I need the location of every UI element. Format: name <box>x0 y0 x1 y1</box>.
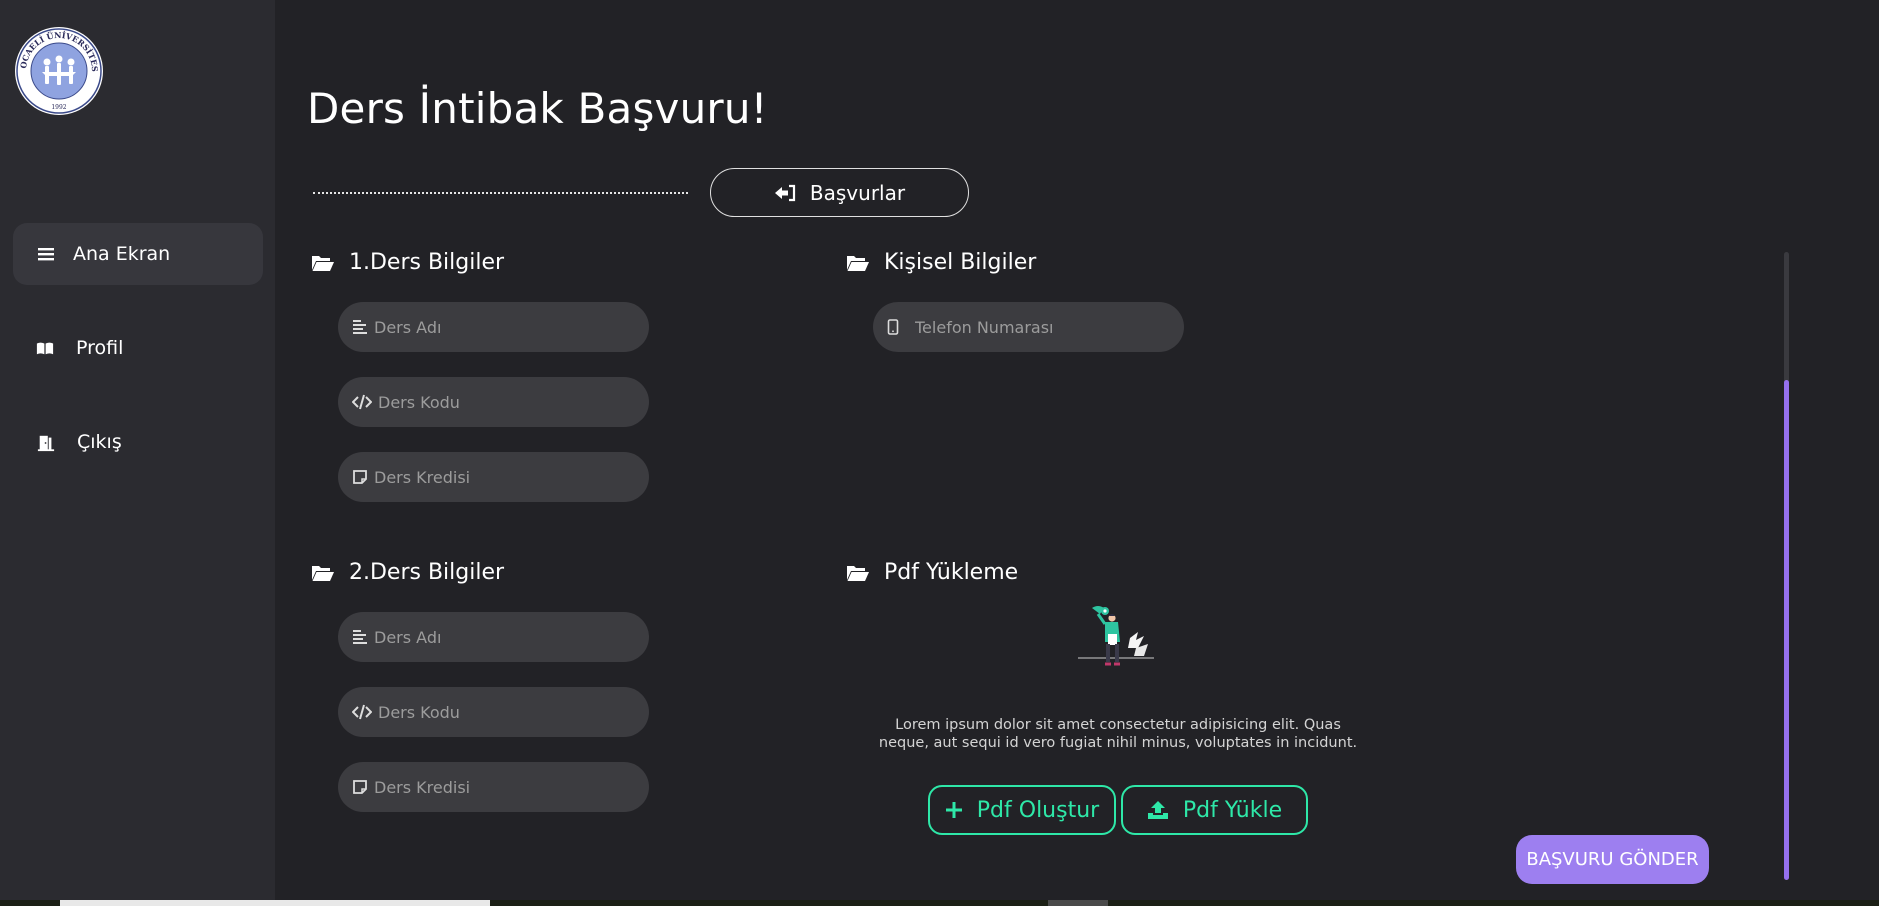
course2-heading: 2.Ders Bilgiler <box>311 560 504 585</box>
course2-credit-field[interactable] <box>338 762 649 812</box>
sidebar-item-ana-ekran[interactable]: Ana Ekran <box>13 223 263 285</box>
course2-heading-text: 2.Ders Bilgiler <box>349 560 505 585</box>
book-icon <box>36 339 54 357</box>
folder-open-icon <box>311 564 335 582</box>
divider <box>313 192 688 194</box>
code-icon <box>352 704 372 720</box>
applications-button-label: Başvurlar <box>809 180 906 205</box>
scrollbar-thumb[interactable] <box>1784 380 1789 880</box>
course1-credit-field[interactable] <box>338 452 649 502</box>
applications-button[interactable]: Başvurlar <box>710 168 969 217</box>
folder-open-icon <box>846 254 870 272</box>
upload-pdf-label: Pdf Yükle <box>1182 797 1283 823</box>
mobile-phone-icon <box>887 319 903 335</box>
upload-icon <box>1147 800 1169 820</box>
course2-code-field[interactable] <box>338 687 649 737</box>
phone-input[interactable] <box>915 317 1165 337</box>
sidebar-item-label: Ana Ekran <box>73 243 171 265</box>
folder-open-icon <box>846 564 870 582</box>
code-icon <box>352 394 372 410</box>
create-pdf-button[interactable]: Pdf Oluştur <box>928 785 1116 835</box>
align-left-icon <box>352 319 368 335</box>
submit-application-button[interactable]: BAŞVURU GÖNDER <box>1516 835 1709 884</box>
personal-heading-text: Kişisel Bilgiler <box>884 250 1037 275</box>
course1-heading-text: 1.Ders Bilgiler <box>349 250 505 275</box>
create-pdf-label: Pdf Oluştur <box>976 797 1100 823</box>
svg-text:1992: 1992 <box>51 104 66 111</box>
plus-icon <box>945 801 963 819</box>
university-logo: KOCAELİ ÜNİVERSİTESİ 1992 <box>11 18 104 116</box>
sidebar-item-profil[interactable]: Profil <box>13 317 263 379</box>
course2-name-input[interactable] <box>374 627 624 647</box>
scrollbar[interactable] <box>1784 252 1789 880</box>
sidebar: KOCAELİ ÜNİVERSİTESİ 1992 Ana Ekran Prof… <box>0 0 275 900</box>
upload-pdf-button[interactable]: Pdf Yükle <box>1121 785 1308 835</box>
menu-icon <box>37 245 55 263</box>
sticky-note-icon <box>352 469 368 485</box>
sidebar-item-label: Profil <box>76 337 124 359</box>
sticky-note-icon <box>352 779 368 795</box>
folder-open-icon <box>311 254 335 272</box>
upload-illustration <box>1078 604 1158 680</box>
personal-heading: Kişisel Bilgiler <box>846 250 1036 275</box>
pdf-description: Lorem ipsum dolor sit amet consectetur a… <box>878 717 1358 751</box>
sidebar-item-cikis[interactable]: Çıkış <box>13 411 263 473</box>
course1-code-field[interactable] <box>338 377 649 427</box>
bottom-strip <box>0 900 1879 906</box>
course1-credit-input[interactable] <box>374 467 624 487</box>
course1-heading: 1.Ders Bilgiler <box>311 250 504 275</box>
align-left-icon <box>352 629 368 645</box>
course1-name-field[interactable] <box>338 302 649 352</box>
main-content: Ders İntibak Başvuru! Başvurlar 1.Ders B… <box>275 0 1879 900</box>
page-title: Ders İntibak Başvuru! <box>307 84 768 133</box>
course2-name-field[interactable] <box>338 612 649 662</box>
course1-name-input[interactable] <box>374 317 624 337</box>
pdf-heading-text: Pdf Yükleme <box>884 560 1019 585</box>
door-exit-icon <box>37 433 55 452</box>
course2-code-input[interactable] <box>378 702 628 722</box>
sign-in-icon <box>774 184 796 202</box>
course2-credit-input[interactable] <box>374 777 624 797</box>
sidebar-item-label: Çıkış <box>77 431 122 453</box>
phone-field[interactable] <box>873 302 1184 352</box>
pdf-heading: Pdf Yükleme <box>846 560 1018 585</box>
course1-code-input[interactable] <box>378 392 628 412</box>
